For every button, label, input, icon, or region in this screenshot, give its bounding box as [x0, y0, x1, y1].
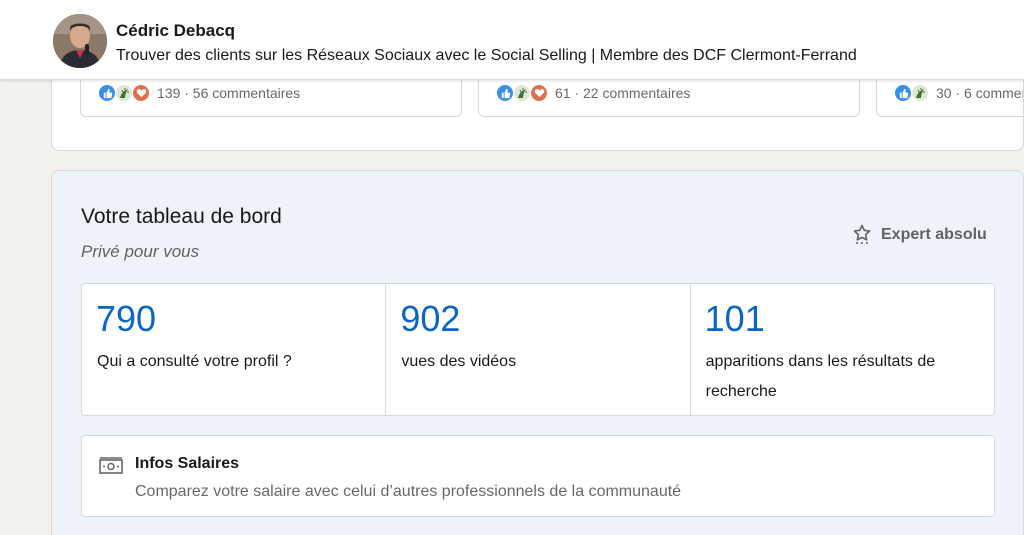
- dashboard-subtitle: Privé pour vous: [81, 242, 200, 261]
- salary-description: Comparez votre salaire avec celui d’autr…: [135, 483, 682, 500]
- salary-title: Infos Salaires: [135, 455, 240, 472]
- money-icon: [99, 457, 123, 474]
- star-icon: [853, 224, 871, 244]
- love-icon: [132, 84, 150, 102]
- stat-search-appearances[interactable]: 101 apparitions dans les résultats de re…: [691, 284, 994, 415]
- stat-video-views[interactable]: 902 vues des vidéos: [386, 284, 691, 415]
- stat-profile-views[interactable]: 790 Qui a consulté votre profil ?: [82, 284, 387, 415]
- celebrate-icon: [911, 84, 929, 102]
- post-tile[interactable]: 30 · 6 commentaires: [876, 77, 1023, 117]
- expert-badge[interactable]: Expert absolu: [852, 224, 987, 246]
- salary-insights[interactable]: Infos Salaires Comparez votre salaire av…: [81, 435, 995, 517]
- stat-value: 902: [400, 298, 461, 339]
- profile-name[interactable]: Cédric Debacq: [116, 21, 235, 41]
- stat-value: 101: [704, 298, 765, 339]
- dashboard-title: Votre tableau de bord: [81, 205, 282, 228]
- post-tile[interactable]: 139 · 56 commentaires: [80, 77, 462, 117]
- reaction-count[interactable]: 139 · 56 commentaires: [157, 85, 300, 101]
- expert-badge-label: Expert absolu: [881, 226, 987, 243]
- profile-headline: Trouver des clients sur les Réseaux Soci…: [116, 47, 857, 64]
- like-icon: [496, 84, 514, 102]
- stat-label: apparitions dans les résultats de recher…: [705, 353, 936, 400]
- like-icon: [894, 84, 912, 102]
- avatar[interactable]: [53, 14, 107, 68]
- stat-label: Qui a consulté votre profil ?: [97, 353, 292, 370]
- reaction-count[interactable]: 61 · 22 commentaires: [555, 85, 690, 101]
- love-icon: [530, 84, 548, 102]
- stats-box: 790 Qui a consulté votre profil ? 902 vu…: [81, 283, 995, 416]
- profile-sticky-header: Cédric Debacq Trouver des clients sur le…: [0, 0, 1024, 80]
- post-reactions[interactable]: 61 · 22 commentaires: [496, 84, 690, 102]
- stat-label: vues des vidéos: [401, 353, 517, 370]
- post-tile[interactable]: 61 · 22 commentaires: [478, 77, 860, 117]
- celebrate-icon: [513, 84, 531, 102]
- dashboard-card: Votre tableau de bord Privé pour vous Ex…: [51, 170, 1024, 535]
- post-reactions[interactable]: 139 · 56 commentaires: [98, 84, 300, 102]
- like-icon: [98, 84, 116, 102]
- reaction-count[interactable]: 30 · 6 commentaires: [936, 85, 1023, 101]
- stat-value: 790: [96, 298, 157, 339]
- post-reactions[interactable]: 30 · 6 commentaires: [894, 84, 1023, 102]
- celebrate-icon: [115, 84, 133, 102]
